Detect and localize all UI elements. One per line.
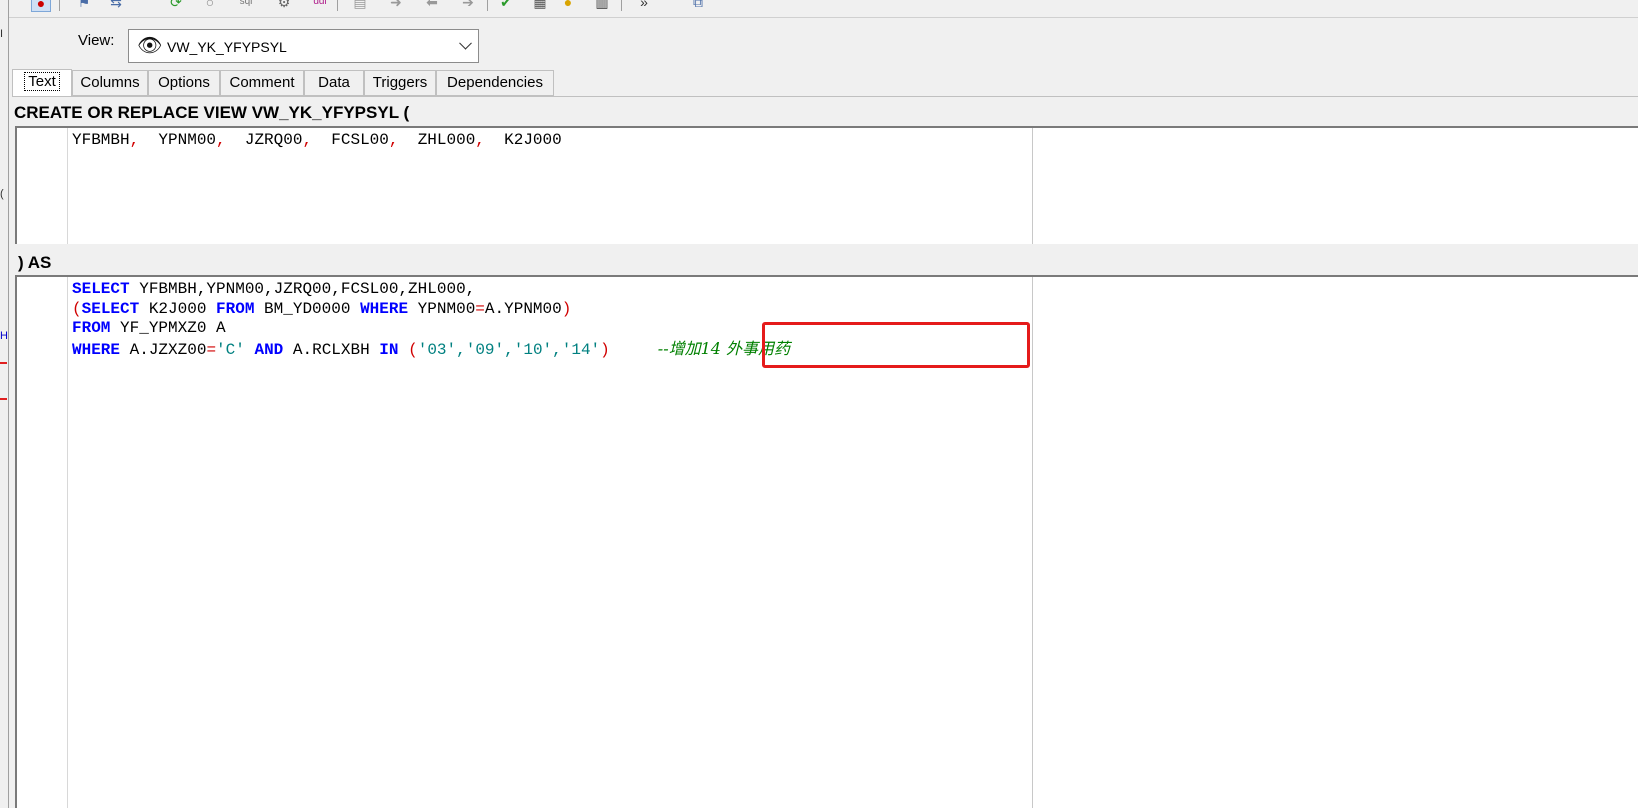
stop-icon[interactable]: ● — [31, 0, 51, 12]
pane-red-marker — [0, 362, 7, 364]
column-name: YFBMBH — [72, 131, 130, 149]
tab-text[interactable]: Text — [12, 69, 72, 96]
column-name: K2J000 — [504, 131, 562, 149]
ddl-icon[interactable]: ddl — [311, 0, 329, 10]
chevron-down-icon[interactable] — [459, 36, 472, 50]
print-icon[interactable]: ▦ — [531, 0, 549, 10]
tab-triggers[interactable]: Triggers — [364, 70, 436, 96]
left-pane-edge: I ( H — [0, 0, 9, 808]
columns-code: YFBMBH, YPNM00, JZRQ00, FCSL00, ZHL000, … — [72, 131, 562, 149]
pane-glyph: H — [0, 330, 8, 342]
view-header-sql: CREATE OR REPLACE VIEW VW_YK_YFYPSYL ( — [14, 103, 410, 122]
columns-editor[interactable]: YFBMBH, YPNM00, JZRQ00, FCSL00, ZHL000, … — [15, 126, 1638, 244]
editor-margin-line — [1032, 277, 1033, 808]
tab-options[interactable]: Options — [148, 70, 220, 96]
code-line: SELECT YFBMBH,YPNM00,JZRQ00,FCSL00,ZHL00… — [72, 280, 476, 298]
toolbar: ● ⚑ ⇆ ⟳ ○ sql ⚙ ddl ▤ ➜ ⬅ ➔ ✔ ▦ ● ▥ » ⧉ — [9, 0, 1638, 18]
body-code: SELECT YFBMBH,YPNM00,JZRQ00,FCSL00,ZHL00… — [72, 280, 790, 360]
view-label: View: — [78, 32, 115, 49]
tab-columns[interactable]: Columns — [72, 70, 148, 96]
fast-forward-icon[interactable]: » — [635, 0, 653, 10]
tab-data[interactable]: Data — [304, 70, 364, 96]
redo-icon[interactable]: ⇆ — [107, 0, 125, 10]
as-label: ) AS — [18, 253, 52, 272]
pane-red-marker — [0, 398, 7, 400]
check-icon[interactable]: ✔ — [497, 0, 515, 10]
column-name: JZRQ00 — [244, 131, 303, 149]
pane-glyph: ( — [0, 188, 4, 200]
forward-icon[interactable]: ➔ — [459, 0, 477, 10]
circle-icon[interactable]: ○ — [201, 0, 219, 10]
code-line: (SELECT K2J000 FROM BM_YD0000 WHERE YPNM… — [72, 299, 572, 318]
view-select-value: VW_YK_YFYPSYL — [167, 39, 287, 55]
sql-icon[interactable]: sql — [237, 0, 255, 10]
column-name: ZHL000 — [417, 131, 476, 149]
view-select[interactable]: 👁 VW_YK_YFYPSYL — [128, 29, 479, 63]
settings-icon[interactable]: ⚙ — [275, 0, 293, 10]
code-line: WHERE A.JZXZ00='C' AND A.RCLXBH IN ('03'… — [72, 338, 791, 359]
pane-glyph: I — [0, 28, 4, 40]
column-name: YPNM00 — [158, 131, 217, 149]
eye-icon: 👁 — [137, 35, 163, 57]
arrow-right-icon[interactable]: ➜ — [387, 0, 405, 10]
column-name: FCSL00 — [331, 131, 389, 149]
export-icon[interactable]: ▤ — [351, 0, 369, 10]
refresh-icon[interactable]: ⟳ — [167, 0, 185, 10]
lightbulb-icon[interactable]: ● — [559, 0, 577, 10]
tab-comment[interactable]: Comment — [220, 70, 304, 96]
editor-margin-line — [1032, 128, 1033, 244]
flag-icon[interactable]: ⚑ — [75, 0, 93, 10]
editor-gutter — [17, 128, 68, 244]
window-icon[interactable]: ⧉ — [689, 0, 707, 10]
tab-dependencies[interactable]: Dependencies — [436, 70, 554, 96]
editor-gutter — [17, 277, 68, 808]
tab-bar: Text Columns Options Comment Data Trigge… — [12, 69, 1638, 97]
highlight-annotation — [762, 322, 1030, 368]
chart-icon[interactable]: ▥ — [593, 0, 611, 10]
code-line: FROM YF_YPMXZ0 A — [72, 319, 226, 337]
arrow-left-icon[interactable]: ⬅ — [423, 0, 441, 10]
